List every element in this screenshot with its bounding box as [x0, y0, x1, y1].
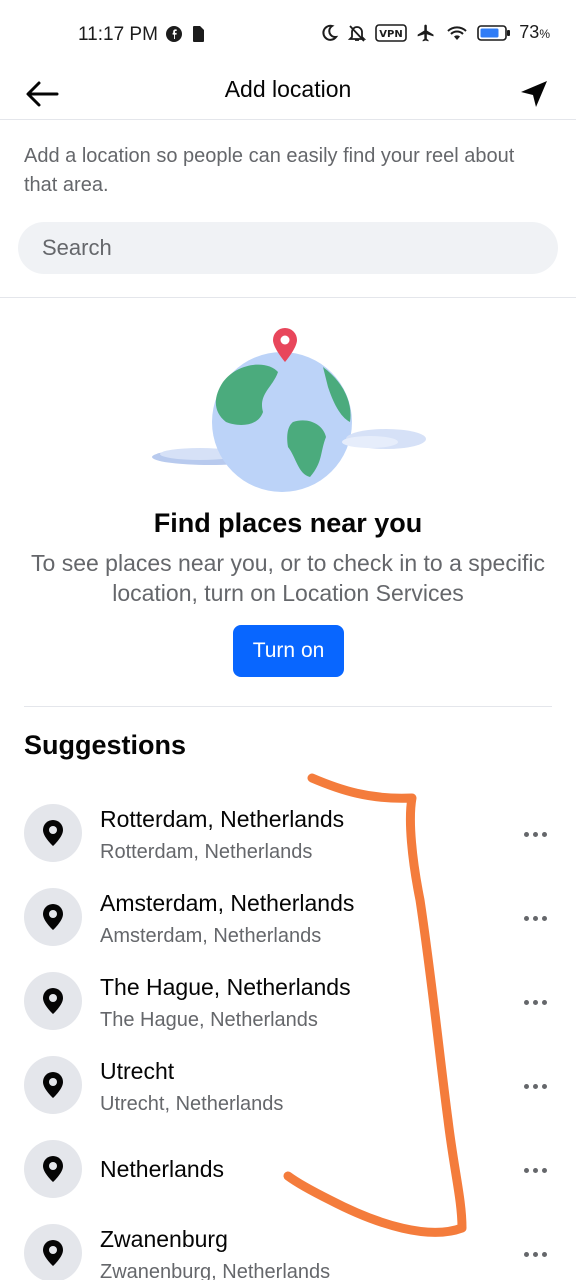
item-title: Zwanenburg — [100, 1226, 228, 1252]
more-options-icon[interactable] — [518, 822, 552, 846]
wifi-icon — [447, 25, 467, 40]
globe-illustration — [152, 328, 426, 492]
more-options-icon[interactable] — [518, 1158, 552, 1182]
divider — [0, 297, 576, 298]
list-item[interactable]: Netherlands — [0, 1128, 576, 1212]
suggestions-heading: Suggestions — [24, 730, 187, 760]
more-options-icon[interactable] — [518, 1242, 552, 1266]
list-item[interactable]: Amsterdam, Netherlands Amsterdam, Nether… — [0, 876, 576, 960]
more-options-icon[interactable] — [518, 906, 552, 930]
location-pin-icon — [24, 804, 82, 862]
more-options-icon[interactable] — [518, 990, 552, 1014]
item-title: Netherlands — [100, 1156, 225, 1182]
item-subtitle: Zwanenburg, Netherlands — [100, 1261, 331, 1280]
top-app-bar: Add location — [0, 64, 576, 120]
item-subtitle: Utrecht, Netherlands — [100, 1093, 284, 1115]
intro-text: Add a location so people can easily find… — [24, 145, 515, 196]
sim-icon — [193, 26, 204, 42]
location-prompt-title: Find places near you — [153, 508, 423, 538]
suggestion-list: Rotterdam, Netherlands Rotterdam, Nether… — [0, 792, 576, 1280]
list-item[interactable]: The Hague, Netherlands The Hague, Nether… — [0, 960, 576, 1044]
svg-text:VPN: VPN — [380, 29, 403, 40]
status-time: 11:17 PM — [78, 24, 158, 45]
status-bar: 11:17 PM VPN 73% — [0, 0, 576, 64]
list-item[interactable]: Zwanenburg Zwanenburg, Netherlands — [0, 1212, 576, 1280]
location-pin-icon — [24, 1056, 82, 1114]
bell-off-icon — [348, 24, 367, 42]
vpn-icon: VPN — [375, 23, 408, 42]
item-subtitle: Amsterdam, Netherlands — [100, 925, 322, 947]
page-title: Add location — [224, 76, 352, 102]
item-title: Amsterdam, Netherlands — [100, 890, 355, 916]
location-prompt-description: To see places near you, or to check in t… — [31, 550, 545, 606]
more-options-icon[interactable] — [518, 1074, 552, 1098]
divider — [24, 706, 552, 707]
item-title: Rotterdam, Netherlands — [100, 806, 345, 832]
item-subtitle: Rotterdam, Netherlands — [100, 841, 313, 863]
location-pin-icon — [24, 1224, 82, 1280]
location-pin-icon — [24, 972, 82, 1030]
battery-icon — [477, 24, 511, 41]
navigation-arrow-icon — [521, 81, 547, 107]
battery-percent: 73% — [519, 22, 550, 42]
list-item[interactable]: Rotterdam, Netherlands Rotterdam, Nether… — [0, 792, 576, 876]
location-pin-icon — [24, 1140, 82, 1198]
facebook-icon — [166, 26, 182, 42]
location-pin-icon — [24, 888, 82, 946]
item-subtitle: The Hague, Netherlands — [100, 1009, 318, 1031]
item-title: Utrecht — [100, 1058, 175, 1084]
search-input[interactable] — [18, 222, 558, 274]
current-location-button[interactable] — [514, 74, 554, 114]
airplane-icon — [417, 24, 434, 41]
moon-icon — [322, 24, 339, 41]
item-title: The Hague, Netherlands — [100, 974, 351, 1000]
turn-on-button[interactable]: Turn on — [233, 625, 344, 677]
list-item[interactable]: Utrecht Utrecht, Netherlands — [0, 1044, 576, 1128]
